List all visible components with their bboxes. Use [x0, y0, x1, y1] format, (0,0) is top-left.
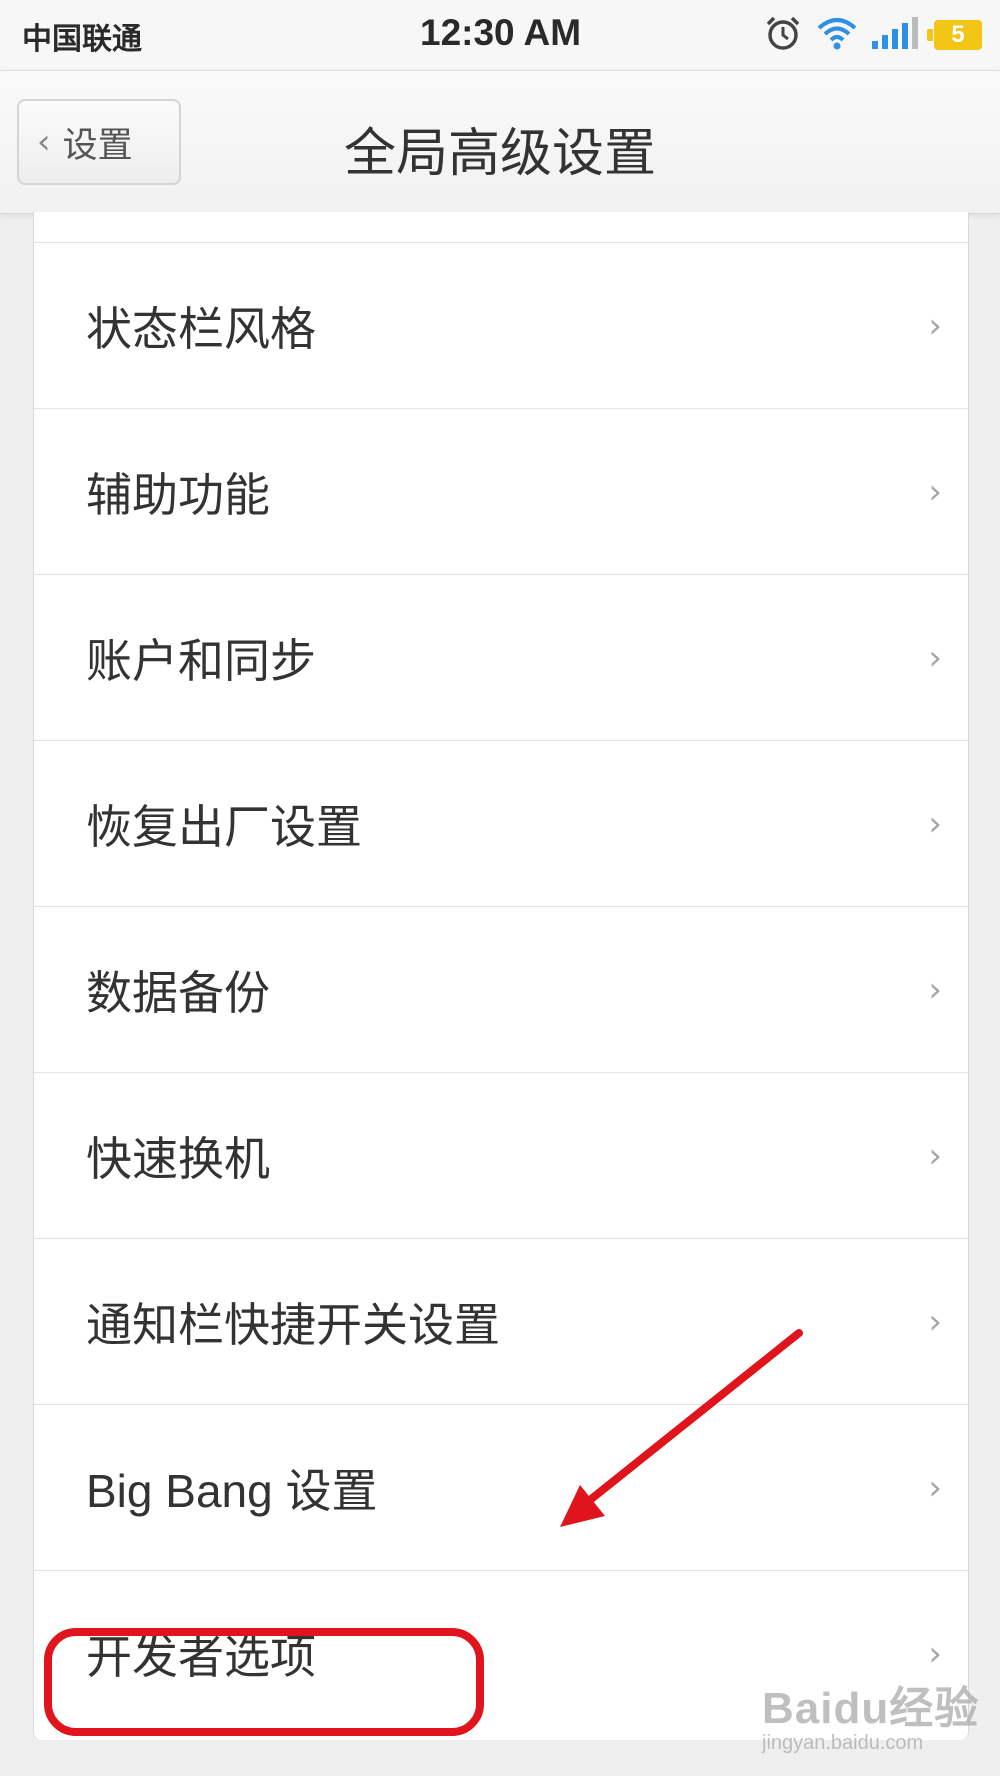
arrow-annotation: [560, 1329, 803, 1527]
watermark-brand: Baidu经验: [762, 1684, 980, 1733]
watermark: Baidu经验 jingyan.baidu.com: [762, 1672, 979, 1755]
